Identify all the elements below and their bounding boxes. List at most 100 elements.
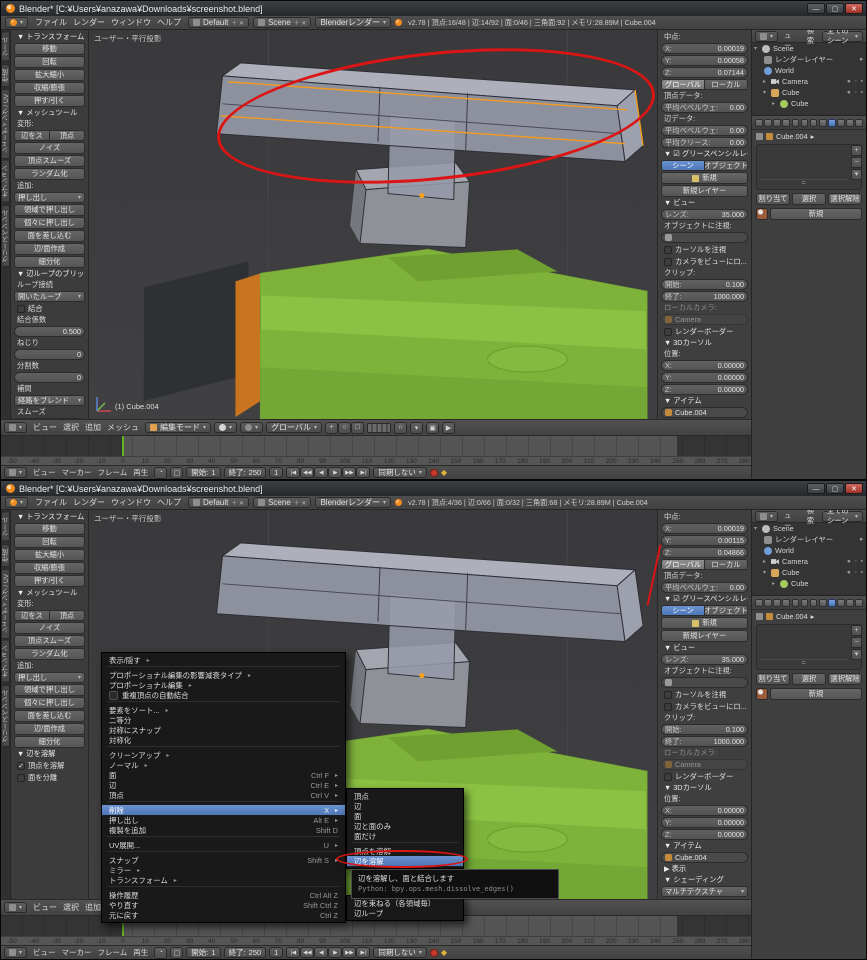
outliner-item[interactable]: ▾ Cube ● ◦ ▪: [752, 567, 866, 578]
n-panel-row[interactable]: 中点:: [661, 512, 748, 522]
playback-button[interactable]: ▶|: [356, 947, 370, 958]
shelf-row[interactable]: 押し出し: [14, 672, 85, 683]
shelf-row[interactable]: ループ接続: [14, 280, 85, 290]
visibility-icons[interactable]: ● ◦ ▪: [847, 89, 864, 96]
n-panel-row[interactable]: ▼ ☑ グリースペンシルレイ: [661, 149, 748, 159]
n-panel-row[interactable]: カメラをビューにロ...: [661, 256, 748, 267]
shelf-row[interactable]: 押し出し: [14, 192, 85, 203]
editor-type-button[interactable]: ▾: [755, 31, 778, 42]
use-preview-range-button[interactable]: ◔: [154, 947, 167, 959]
shelf-row[interactable]: 押す/引く: [14, 575, 85, 587]
screen-layout-selector[interactable]: Default＋ ✕: [188, 497, 249, 508]
shelf-row[interactable]: 領域で押し出し: [14, 684, 85, 696]
shelf-row[interactable]: 頂点スムーズ: [14, 155, 85, 167]
shelf-tab[interactable]: ツール: [1, 512, 10, 542]
n-panel-row[interactable]: レンズ: 35.000: [661, 209, 748, 220]
maximize-button[interactable]: ▢: [826, 483, 844, 494]
menu-item[interactable]: やり直す Shift Ctrl Z: [102, 900, 345, 910]
pin-icon[interactable]: [756, 133, 763, 140]
object-tab-icon[interactable]: [792, 119, 800, 127]
render-tab-icon[interactable]: [755, 599, 763, 607]
particles-tab-icon[interactable]: [846, 119, 854, 127]
menu-item[interactable]: 押し出し Alt E ▸: [102, 815, 345, 825]
n-panel-row[interactable]: X: 0.00000: [661, 360, 748, 371]
shelf-row[interactable]: 0.500: [14, 326, 85, 337]
shelf-row[interactable]: ▼ 辺を溶解: [14, 749, 85, 759]
timeline-menu-item[interactable]: フレーム: [95, 948, 131, 957]
title-bar[interactable]: Blender* [C:¥Users¥anazawa¥Downloads¥scr…: [1, 481, 866, 496]
pivot-selector[interactable]: ▾: [240, 422, 263, 433]
menu-item[interactable]: [107, 801, 340, 804]
data-tab-icon[interactable]: [819, 599, 827, 607]
shelf-row[interactable]: 回転: [14, 536, 85, 548]
scene-selector[interactable]: Scene＋ ✕: [253, 17, 311, 28]
outliner-item[interactable]: World: [752, 65, 866, 76]
title-bar[interactable]: Blender* [C:¥Users¥anazawa¥Downloads¥scr…: [1, 1, 866, 16]
n-panel-row[interactable]: レンダーボーダー: [661, 326, 748, 337]
shelf-row[interactable]: 面を分離: [14, 772, 85, 783]
shelf-row[interactable]: 開いたループ: [14, 291, 85, 302]
shelf-row[interactable]: ▼ トランスフォーム: [14, 512, 85, 522]
screen-layout-selector[interactable]: Default＋ ✕: [188, 17, 249, 28]
menu-item[interactable]: 辺を溶解: [347, 856, 463, 866]
timeline-menu-item[interactable]: 再生: [130, 948, 151, 957]
shelf-tab[interactable]: オプション: [1, 160, 10, 203]
n-panel-row[interactable]: ▼ ☑ グリースペンシルレイ: [661, 594, 748, 604]
playback-button[interactable]: |◀: [286, 947, 300, 958]
n-panel-row[interactable]: シーン オブジェクト: [661, 160, 748, 171]
assign-button[interactable]: 割り当て: [756, 193, 790, 205]
sync-mode-selector[interactable]: 同期しない▾: [373, 467, 427, 478]
shelf-tab[interactable]: グリースペンシル: [1, 205, 10, 267]
shelf-row[interactable]: 収縮/膨張: [14, 562, 85, 574]
modifiers-tab-icon[interactable]: [810, 119, 818, 127]
shelf-row[interactable]: 移動: [14, 523, 85, 535]
n-panel-row[interactable]: Y: 0.00000: [661, 817, 748, 828]
keying-set-icon[interactable]: ◆: [441, 948, 447, 957]
menu-item[interactable]: [107, 851, 340, 854]
world-tab-icon[interactable]: [782, 119, 790, 127]
editor-type-button[interactable]: ▾: [4, 902, 27, 913]
snap-mode-button[interactable]: ▾: [410, 422, 423, 434]
n-panel-row[interactable]: ローカルカメラ:: [661, 303, 748, 313]
n-panel-row[interactable]: ▼ ビュー: [661, 643, 748, 653]
material-browse-icon[interactable]: [756, 208, 768, 220]
n-panel-row[interactable]: レンズ: 35.000: [661, 654, 748, 665]
slot-list-button[interactable]: −: [851, 637, 862, 648]
top-menu-item[interactable]: レンダー: [70, 498, 108, 507]
menu-item[interactable]: [107, 836, 340, 839]
outliner-item[interactable]: ▸ Cube: [752, 98, 866, 109]
shelf-row[interactable]: ランダム化: [14, 168, 85, 180]
shelf-row[interactable]: 回転: [14, 56, 85, 68]
playback-button[interactable]: ▶: [328, 947, 342, 958]
world-tab-icon[interactable]: [782, 599, 790, 607]
render-layers-tab-icon[interactable]: [764, 119, 772, 127]
shelf-tab[interactable]: ツール: [1, 32, 10, 62]
menu-item[interactable]: 辺 Ctrl E ▸: [102, 780, 345, 790]
shelf-row[interactable]: ▼ メッシュツール: [14, 108, 85, 118]
material-slot-list[interactable]: +−▾ =: [756, 144, 862, 190]
material-slot-list[interactable]: +−▾ =: [756, 624, 862, 670]
menu-item[interactable]: 対称にスナップ: [102, 725, 345, 735]
shelf-row[interactable]: 結合: [14, 303, 85, 314]
menu-item[interactable]: 操作履歴 Ctrl Alt Z: [102, 890, 345, 900]
menu-item[interactable]: 重複頂点の自動結合: [102, 690, 345, 700]
shelf-row[interactable]: 追加:: [14, 661, 85, 671]
menu-item[interactable]: 頂点 Ctrl V ▸: [102, 790, 345, 800]
shelf-tab[interactable]: オプション: [1, 640, 10, 683]
render-layers-tab-icon[interactable]: [764, 599, 772, 607]
object-tab-icon[interactable]: [792, 599, 800, 607]
material-tab-icon[interactable]: [828, 599, 836, 607]
expand-arrow-icon[interactable]: ▾: [754, 525, 761, 532]
shelf-row[interactable]: ▼ トランスフォーム: [14, 32, 85, 42]
viewport-menu-item[interactable]: ビュー: [30, 903, 60, 912]
outliner-display-filter[interactable]: 全てのシーン▾: [822, 31, 863, 42]
top-menu-item[interactable]: レンダー: [70, 18, 108, 27]
n-panel-row[interactable]: 新規レイヤー: [661, 185, 748, 197]
maximize-button[interactable]: ▢: [826, 3, 844, 14]
shelf-row[interactable]: 変形:: [14, 599, 85, 609]
playback-button[interactable]: ▶|: [356, 467, 370, 478]
playback-button[interactable]: ▶▶: [342, 467, 356, 478]
n-panel-row[interactable]: マルチテクスチャ: [661, 886, 748, 897]
scene-tab-icon[interactable]: [773, 119, 781, 127]
menu-item[interactable]: クリーンアップ ▸: [102, 750, 345, 760]
